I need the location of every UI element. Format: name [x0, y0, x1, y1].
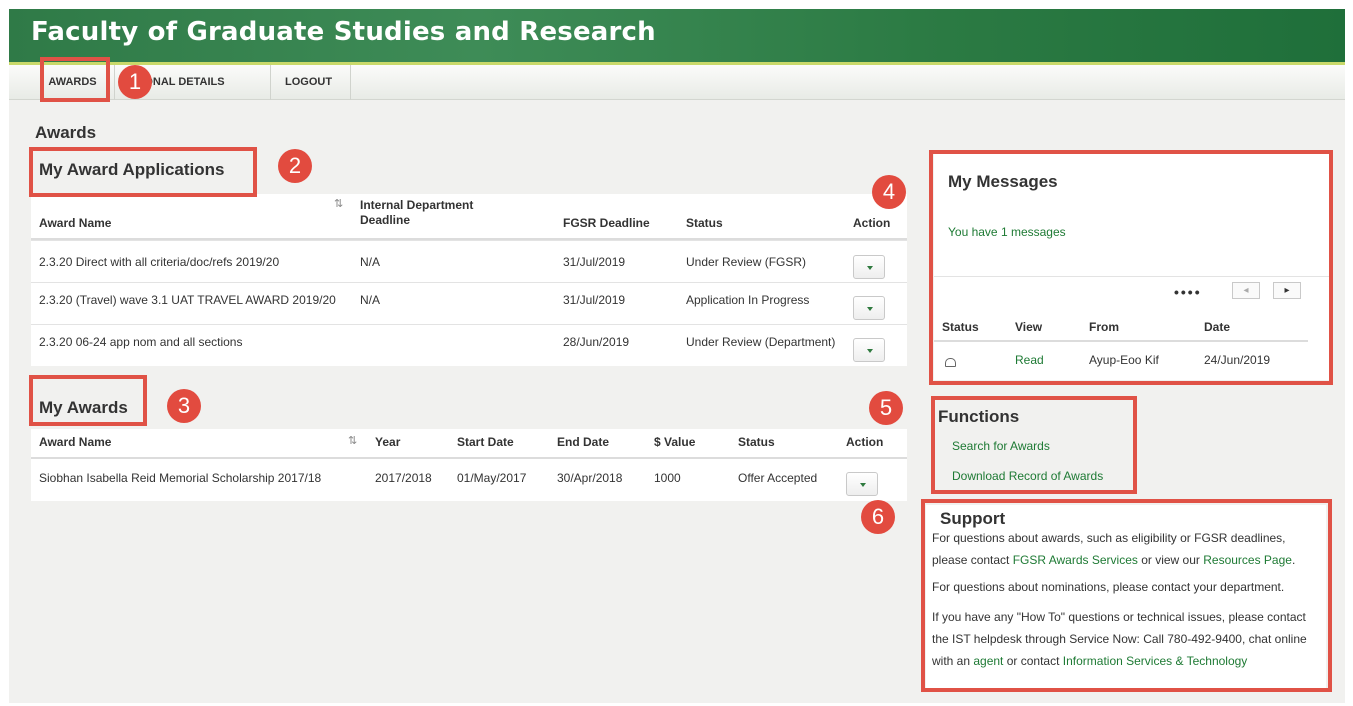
cell-award-name: 2.3.20 Direct with all criteria/doc/refs…: [39, 255, 280, 269]
action-dropdown-button[interactable]: [853, 255, 885, 279]
annotation-badge-3: 3: [167, 389, 201, 423]
applications-table: Award Name ⇅ Internal Department Deadlin…: [31, 194, 907, 366]
header-banner: Faculty of Graduate Studies and Research: [9, 9, 1345, 62]
col-start-date[interactable]: Start Date: [457, 435, 514, 449]
annotation-box-2: [29, 147, 257, 197]
col-action: Action: [846, 435, 884, 449]
action-dropdown-button[interactable]: [846, 472, 878, 496]
cell-status: Offer Accepted: [738, 471, 818, 485]
annotation-box-4: [929, 150, 1333, 385]
table-row: Siobhan Isabella Reid Memorial Scholarsh…: [31, 459, 907, 501]
annotation-box-1: [40, 57, 110, 102]
cell-award-name: Siobhan Isabella Reid Memorial Scholarsh…: [39, 471, 322, 485]
site-title: Faculty of Graduate Studies and Research: [31, 17, 656, 47]
col-status[interactable]: Status: [686, 216, 723, 230]
cell-fgsr-deadline: 28/Jun/2019: [563, 335, 630, 349]
cell-status: Application In Progress: [686, 293, 810, 307]
col-action: Action: [853, 216, 891, 230]
cell-award-name: 2.3.20 (Travel) wave 3.1 UAT TRAVEL AWAR…: [39, 293, 336, 307]
annotation-badge-2: 2: [278, 149, 312, 183]
sort-icon[interactable]: ⇅: [334, 197, 343, 210]
table-row: 2.3.20 06-24 app nom and all sections 28…: [31, 324, 907, 366]
col-award-name[interactable]: Award Name: [39, 216, 111, 230]
awards-table: Award Name ⇅ Year Start Date End Date $ …: [31, 429, 907, 501]
col-year[interactable]: Year: [375, 435, 400, 449]
annotation-badge-6: 6: [861, 500, 895, 534]
cell-status: Under Review (Department): [686, 335, 836, 349]
annotation-badge-5: 5: [869, 391, 903, 425]
cell-fgsr-deadline: 31/Jul/2019: [563, 255, 626, 269]
main-nav: AWARDS SONAL DETAILS LOGOUT: [9, 65, 1345, 100]
cell-award-name: 2.3.20 06-24 app nom and all sections: [39, 335, 243, 349]
cell-value: 1000: [654, 471, 681, 485]
cell-status: Under Review (FGSR): [686, 255, 807, 269]
cell-start-date: 01/May/2017: [457, 471, 527, 485]
col-internal-deadline[interactable]: Internal Department Deadline: [360, 198, 500, 228]
col-value[interactable]: $ Value: [654, 435, 695, 449]
table-row: 2.3.20 (Travel) wave 3.1 UAT TRAVEL AWAR…: [31, 282, 907, 324]
cell-internal-deadline: N/A: [360, 255, 381, 269]
sort-icon[interactable]: ⇅: [348, 434, 357, 447]
cell-fgsr-deadline: 31/Jul/2019: [563, 293, 626, 307]
cell-internal-deadline: N/A: [360, 293, 381, 307]
annotation-box-6: [921, 499, 1332, 692]
table-row: 2.3.20 Direct with all criteria/doc/refs…: [31, 240, 907, 282]
annotation-badge-4: 4: [872, 175, 906, 209]
action-dropdown-button[interactable]: [853, 338, 885, 362]
col-award-name[interactable]: Award Name: [39, 435, 111, 449]
col-end-date[interactable]: End Date: [557, 435, 609, 449]
annotation-badge-1: 1: [118, 65, 152, 99]
action-dropdown-button[interactable]: [853, 296, 885, 320]
cell-end-date: 30/Apr/2018: [557, 471, 623, 485]
page-title: Awards: [35, 123, 97, 142]
nav-logout[interactable]: LOGOUT: [271, 65, 351, 100]
col-fgsr-deadline[interactable]: FGSR Deadline: [563, 216, 650, 230]
annotation-box-5: [931, 396, 1137, 494]
cell-year: 2017/2018: [375, 471, 432, 485]
annotation-box-3: [29, 375, 147, 426]
col-status[interactable]: Status: [738, 435, 775, 449]
app-window: Faculty of Graduate Studies and Research…: [9, 9, 1345, 703]
